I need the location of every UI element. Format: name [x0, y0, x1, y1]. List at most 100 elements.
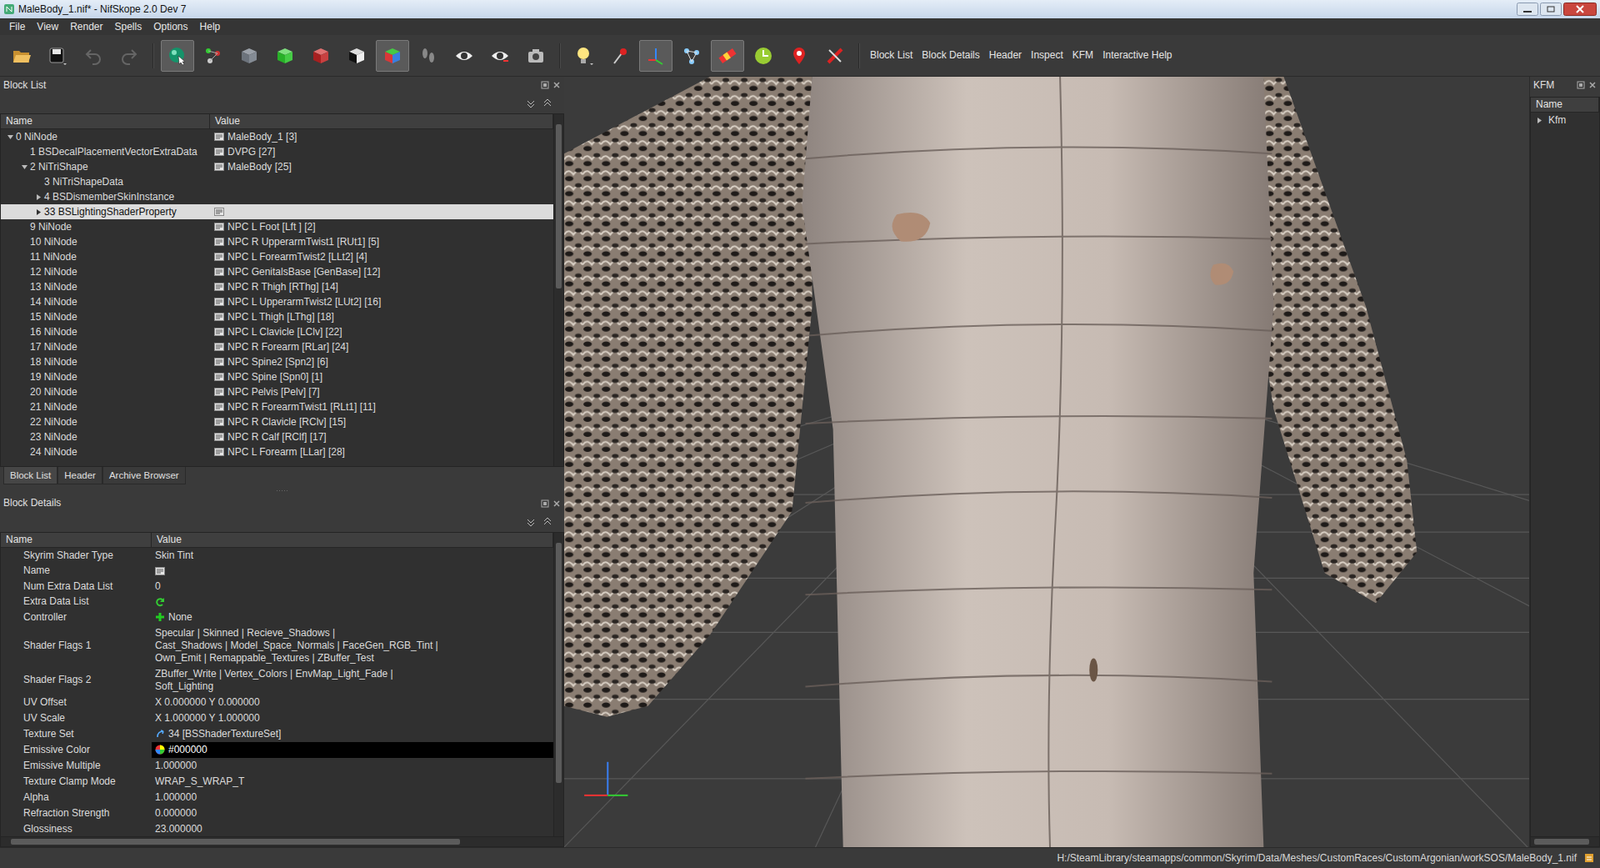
panel-button[interactable]: Header: [985, 46, 1025, 65]
splitter[interactable]: [0, 485, 565, 495]
eye-icon[interactable]: [454, 45, 475, 66]
menu-item[interactable]: Render: [64, 19, 109, 35]
expand-all-icon[interactable]: [542, 98, 553, 109]
vertex-color-icon[interactable]: [717, 45, 738, 66]
dock-tab[interactable]: Header: [57, 466, 103, 485]
cube-color-icon[interactable]: [382, 45, 403, 66]
detail-value[interactable]: None: [151, 609, 554, 625]
tree-row[interactable]: 15 NiNodeNPC L Thigh [LThg] [18]: [0, 309, 554, 325]
tree-row[interactable]: 1 BSDecalPlacementVectorExtraDataDVPG [2…: [0, 144, 554, 160]
minimize-icon[interactable]: [1516, 2, 1539, 16]
tree-row[interactable]: 19 NiNodeNPC Spine [Spn0] [1]: [0, 369, 554, 385]
detail-row[interactable]: Name: [0, 563, 554, 579]
tool-button[interactable]: [818, 40, 852, 72]
tool-button[interactable]: [639, 40, 673, 72]
detail-row[interactable]: Skyrim Shader TypeSkin Tint: [0, 547, 554, 564]
tree-row[interactable]: 4 BSDismemberSkinInstance: [0, 189, 554, 205]
detail-value[interactable]: Skin Tint: [151, 547, 554, 564]
column-header[interactable]: Value: [210, 114, 554, 129]
expanded-arrow-icon[interactable]: [20, 163, 29, 171]
refresh-icon[interactable]: [155, 596, 165, 607]
menu-item[interactable]: File: [3, 19, 31, 35]
dock-tab[interactable]: Archive Browser: [102, 466, 186, 485]
detail-value[interactable]: [151, 594, 554, 610]
tool-button[interactable]: [304, 40, 338, 72]
tree-row[interactable]: 14 NiNodeNPC L UpperarmTwist2 [LUt2] [16…: [0, 294, 554, 310]
panel-button[interactable]: Block List: [866, 46, 916, 65]
tool-button[interactable]: [112, 40, 146, 72]
menu-item[interactable]: View: [30, 19, 65, 35]
pin-icon[interactable]: [610, 45, 630, 66]
axes-icon[interactable]: [645, 45, 666, 66]
detail-value[interactable]: 0: [151, 578, 554, 595]
detail-row[interactable]: Alpha1.000000: [0, 789, 554, 805]
tree-row[interactable]: 24 NiNodeNPC L Forearm [LLar] [28]: [0, 444, 554, 460]
tree-row[interactable]: 17 NiNodeNPC R Forearm [RLar] [24]: [0, 339, 554, 355]
tool-button[interactable]: [782, 40, 816, 72]
kfm-row[interactable]: Kfm: [1530, 112, 1600, 128]
tool-button[interactable]: [746, 40, 780, 72]
tool-button[interactable]: [340, 40, 374, 72]
float-icon[interactable]: [540, 499, 550, 508]
tree-row[interactable]: 12 NiNodeNPC GenitalsBase [GenBase] [12]: [0, 264, 554, 280]
tree-row[interactable]: 21 NiNodeNPC R ForearmTwist1 [RLt1] [11]: [0, 399, 554, 415]
collapsed-arrow-icon[interactable]: [35, 208, 43, 216]
select-node-icon[interactable]: [203, 45, 224, 66]
collapse-all-icon[interactable]: [525, 516, 536, 527]
color-wheel-icon[interactable]: [155, 744, 165, 755]
detail-row[interactable]: UV ScaleX 1.000000 Y 1.000000: [0, 710, 554, 726]
splitter-grip-icon[interactable]: [275, 489, 290, 492]
animation-icon[interactable]: [753, 45, 774, 66]
column-header[interactable]: Name: [0, 532, 152, 547]
tool-button[interactable]: [447, 40, 481, 72]
detail-value[interactable]: 0.000000: [151, 805, 554, 821]
light-bulb-icon[interactable]: [574, 45, 595, 66]
detail-row[interactable]: ControllerNone: [0, 609, 554, 625]
cube-red-icon[interactable]: [310, 45, 331, 66]
detail-row[interactable]: Num Extra Data List0: [0, 578, 554, 595]
panel-button[interactable]: KFM: [1069, 46, 1097, 65]
dock-tab[interactable]: Block List: [3, 466, 58, 485]
tool-button[interactable]: [40, 40, 75, 72]
tool-button[interactable]: [519, 40, 553, 72]
float-icon[interactable]: [1576, 80, 1585, 90]
tool-button[interactable]: [160, 40, 195, 72]
camera-icon[interactable]: [525, 45, 546, 66]
tool-button[interactable]: [196, 40, 230, 72]
float-icon[interactable]: [540, 80, 550, 90]
open-icon[interactable]: [11, 45, 32, 66]
redo-icon[interactable]: [119, 45, 140, 66]
tool-button[interactable]: [232, 40, 266, 72]
column-header[interactable]: Name: [0, 114, 210, 129]
detail-row[interactable]: Emissive Color#000000: [0, 741, 554, 758]
column-header[interactable]: Value: [151, 532, 554, 547]
select-object-icon[interactable]: [167, 45, 188, 66]
detail-value[interactable]: 1.000000: [151, 789, 554, 805]
panel-button[interactable]: Inspect: [1027, 46, 1067, 65]
menu-item[interactable]: Spells: [109, 19, 149, 35]
tree-row[interactable]: 16 NiNodeNPC L Clavicle [LClv] [22]: [0, 324, 554, 340]
tree-row[interactable]: 18 NiNodeNPC Spine2 [Spn2] [6]: [0, 354, 554, 370]
detail-row[interactable]: Emissive Multiple1.000000: [0, 757, 554, 774]
cube-half-icon[interactable]: [346, 45, 367, 66]
detail-value[interactable]: WRAP_S_WRAP_T: [151, 773, 554, 790]
detail-row[interactable]: Shader Flags 2ZBuffer_Write | Vertex_Col…: [0, 665, 554, 695]
tool-button[interactable]: [375, 40, 410, 72]
tree-row[interactable]: 13 NiNodeNPC R Thigh [RThg] [14]: [0, 279, 554, 295]
tree-row[interactable]: 2 NiTriShapeMaleBody [25]: [0, 159, 554, 175]
tool-button[interactable]: [567, 40, 601, 72]
detail-row[interactable]: Texture Set34 [BSShaderTextureSet]: [0, 725, 554, 742]
detail-row[interactable]: Glossiness23.000000: [0, 820, 554, 836]
footprints-icon[interactable]: [418, 45, 439, 66]
panel-button[interactable]: Block Details: [918, 46, 983, 65]
vertical-scrollbar[interactable]: [553, 114, 564, 466]
add-icon[interactable]: [155, 611, 165, 622]
scroll-thumb[interactable]: [555, 124, 562, 289]
close-icon[interactable]: [552, 499, 561, 508]
detail-row[interactable]: Extra Data List: [0, 594, 554, 610]
skeleton-icon[interactable]: [681, 45, 702, 66]
close-window-icon[interactable]: [1563, 2, 1597, 16]
collapsed-arrow-icon[interactable]: [1535, 116, 1544, 125]
detail-value[interactable]: X 0.000000 Y 0.000000: [151, 694, 554, 710]
tool-button[interactable]: [710, 40, 745, 72]
